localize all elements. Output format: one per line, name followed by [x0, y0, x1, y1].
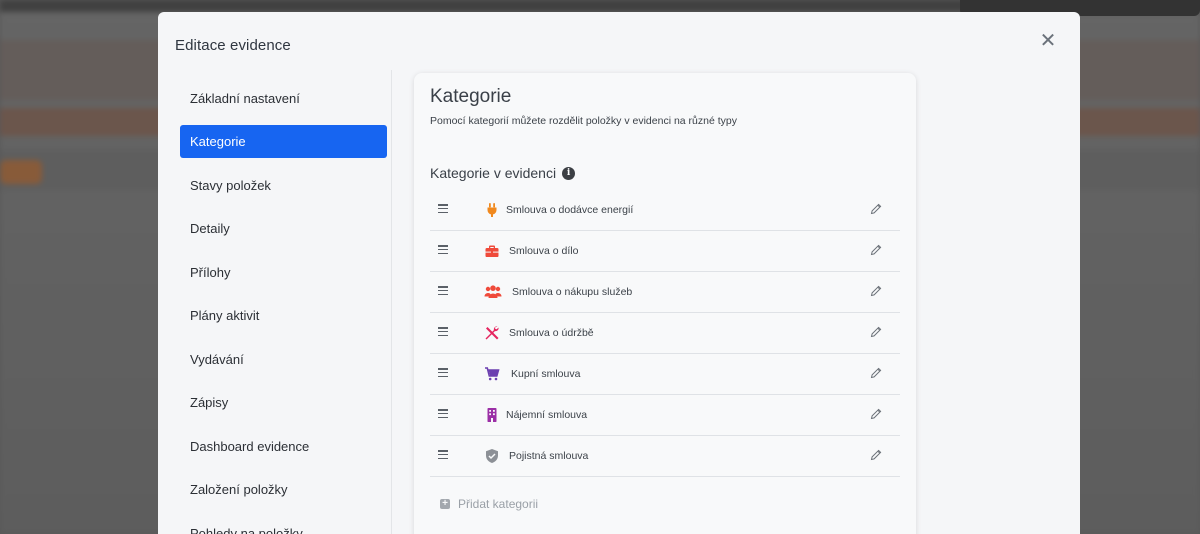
- sidebar-item-pohledy-na-polozky[interactable]: Pohledy na položky: [180, 517, 387, 534]
- pencil-icon[interactable]: [870, 408, 882, 420]
- shield-icon: [486, 449, 498, 463]
- briefcase-icon: [485, 245, 499, 257]
- category-row: Kupní smlouva: [430, 354, 900, 395]
- category-row: Smlouva o nákupu služeb: [430, 272, 900, 313]
- building-icon: [487, 408, 497, 422]
- page-title: Kategorie: [430, 86, 512, 107]
- category-label: Kupní smlouva: [511, 368, 581, 380]
- drag-handle-icon[interactable]: [438, 450, 448, 459]
- drag-handle-icon[interactable]: [438, 327, 448, 336]
- sidebar-item-zalozeni-polozky[interactable]: Založení položky: [180, 473, 387, 506]
- info-icon[interactable]: i: [562, 166, 576, 180]
- sidebar-item-vydavani[interactable]: Vydávání: [180, 343, 387, 376]
- pencil-icon[interactable]: [870, 285, 882, 297]
- category-label: Smlouva o dílo: [509, 245, 579, 257]
- close-icon[interactable]: ✕: [1039, 30, 1057, 50]
- pencil-icon[interactable]: [870, 244, 882, 256]
- category-row: Smlouva o dílo: [430, 231, 900, 272]
- page-subtitle: Pomocí kategorií můžete rozdělit položky…: [430, 115, 737, 127]
- section-title: Kategorie v evidenci i: [430, 165, 576, 181]
- drag-handle-icon[interactable]: [438, 286, 448, 295]
- plus-icon: +: [440, 499, 450, 509]
- drag-handle-icon[interactable]: [438, 409, 448, 418]
- sidebar-item-stavy-polozek[interactable]: Stavy položek: [180, 169, 387, 202]
- plug-icon: [487, 203, 497, 217]
- drag-handle-icon[interactable]: [438, 368, 448, 377]
- category-row: Smlouva o údržbě: [430, 313, 900, 354]
- category-row: Pojistná smlouva: [430, 436, 900, 477]
- sidebar-item-zakladni-nastaveni[interactable]: Základní nastavení: [180, 82, 387, 115]
- category-label: Smlouva o nákupu služeb: [512, 286, 633, 298]
- category-label: Pojistná smlouva: [509, 450, 589, 462]
- add-category-label: Přidat kategorii: [458, 497, 539, 511]
- users-icon: [484, 285, 502, 298]
- category-label: Nájemní smlouva: [506, 409, 588, 421]
- category-row: Smlouva o dodávce energií: [430, 190, 900, 231]
- tools-icon: [485, 326, 499, 340]
- pencil-icon[interactable]: [870, 367, 882, 379]
- modal-title: Editace evidence: [175, 37, 291, 54]
- sidebar-nav: Základní nastavení Kategorie Stavy polož…: [158, 70, 392, 534]
- category-list: Smlouva o dodávce energií Smlouva o dílo: [430, 190, 900, 477]
- sidebar-item-zapisy[interactable]: Zápisy: [180, 386, 387, 419]
- pencil-icon[interactable]: [870, 326, 882, 338]
- sidebar-item-detaily[interactable]: Detaily: [180, 212, 387, 245]
- pencil-icon[interactable]: [870, 203, 882, 215]
- categories-card: Kategorie Pomocí kategorií můžete rozděl…: [414, 73, 916, 534]
- sidebar-item-kategorie[interactable]: Kategorie: [180, 125, 387, 158]
- drag-handle-icon[interactable]: [438, 245, 448, 254]
- category-label: Smlouva o údržbě: [509, 327, 594, 339]
- category-row: Nájemní smlouva: [430, 395, 900, 436]
- cart-icon: [485, 367, 500, 381]
- edit-evidence-modal: Editace evidence ✕ Základní nastavení Ka…: [158, 12, 1080, 534]
- section-title-label: Kategorie v evidenci: [430, 165, 557, 181]
- drag-handle-icon[interactable]: [438, 204, 448, 213]
- add-category-button[interactable]: + Přidat kategorii: [440, 497, 538, 511]
- pencil-icon[interactable]: [870, 449, 882, 461]
- sidebar-item-prilohy[interactable]: Přílohy: [180, 256, 387, 289]
- sidebar-item-dashboard-evidence[interactable]: Dashboard evidence: [180, 430, 387, 463]
- sidebar-item-plany-aktivit[interactable]: Plány aktivit: [180, 299, 387, 332]
- category-label: Smlouva o dodávce energií: [506, 204, 634, 216]
